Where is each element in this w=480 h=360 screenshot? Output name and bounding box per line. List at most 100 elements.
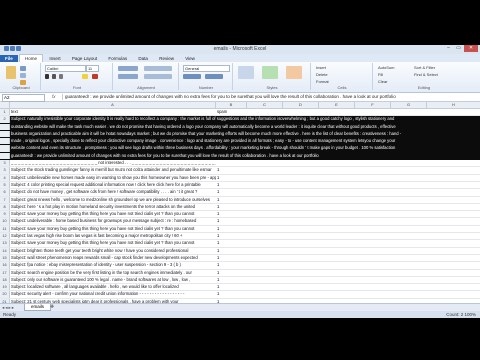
table-row[interactable]: 18 Subject: only our software is guarante… [0, 276, 480, 285]
cell-text[interactable]: outstanding website will make the task m… [10, 124, 471, 130]
cell-text[interactable]: Subject: undeliverable : home based busi… [10, 218, 216, 224]
row-number[interactable] [0, 123, 10, 130]
name-box[interactable]: A2 [2, 94, 45, 102]
cell-spam[interactable]: 1 [216, 291, 247, 297]
align-top-icon[interactable] [118, 66, 138, 71]
cell-text[interactable]: Subject: search engine position be the v… [10, 270, 216, 276]
cell-text[interactable]: made , original logos , specially done t… [10, 138, 471, 144]
row-number[interactable]: 8 [0, 203, 10, 211]
cell-spam[interactable]: 1 [216, 182, 247, 188]
maximize-button[interactable]: ▭ [454, 45, 463, 52]
cell-text[interactable]: business organization and practicable ai… [10, 131, 471, 137]
minimize-button[interactable]: – [444, 45, 453, 52]
fill-color-icon[interactable] [82, 74, 88, 79]
cell-spam[interactable]: 1 [216, 189, 247, 195]
clear-button[interactable]: Clear [378, 79, 388, 84]
cell-spam[interactable]: 1 [216, 248, 247, 254]
font-color-icon[interactable] [92, 74, 98, 79]
format-cells-button[interactable]: Format [316, 79, 329, 84]
font-name-select[interactable]: Calibri [45, 65, 86, 72]
table-row[interactable]: 1 text spam [0, 109, 480, 117]
column-header-f[interactable]: F [355, 102, 391, 108]
table-row[interactable]: 15 Subject: wall street phenomenon reaps … [0, 254, 480, 263]
column-header-g[interactable]: G [391, 102, 427, 108]
cell-spam[interactable]: 1 [216, 167, 247, 173]
conditional-formatting-icon[interactable] [238, 66, 254, 79]
cell-text[interactable]: Subject: here ' s a hot play in motion h… [10, 204, 216, 210]
table-row[interactable]: 5 Subject: 4 color printing special reque… [0, 181, 480, 190]
table-row[interactable]: 13 Subject: save your money buy getting t… [0, 240, 480, 248]
table-row[interactable]: 6 Subject: do not have money , get softwa… [0, 189, 480, 197]
cell-text[interactable]: _ _ _ _ _ _ _ _ _ _ _ _ _ _ _ _ _ _ _ _ … [10, 160, 216, 166]
row-number[interactable]: 11 [0, 225, 10, 233]
column-header-c[interactable]: C [247, 102, 283, 108]
table-row[interactable]: 9 Subject: save your money buy getting th… [0, 211, 480, 219]
formula-input[interactable]: guaranteed! : we provide unlimited amoun… [62, 94, 476, 100]
sheet-tab-emails[interactable]: emails [24, 304, 52, 311]
row-number[interactable]: 17 [0, 269, 10, 276]
cell-text[interactable]: Subject: great nnews hello , welcome to … [10, 197, 216, 203]
cell-text[interactable]: Subject: localized software , all langua… [10, 284, 216, 290]
select-all-corner[interactable] [0, 102, 10, 108]
copy-icon[interactable] [20, 73, 26, 78]
format-as-table-icon[interactable] [262, 66, 278, 79]
column-header-h[interactable]: H [427, 102, 480, 108]
row-number[interactable]: 14 [0, 247, 10, 254]
wrap-text-icon[interactable] [144, 66, 172, 71]
cell-spam[interactable]: 1 [216, 218, 247, 224]
row-number[interactable]: 16 [0, 262, 10, 269]
table-row[interactable]: guaranteed! : we provide unlimited amoun… [0, 152, 480, 161]
table-row[interactable]: made , original logos , specially done t… [0, 138, 480, 146]
cell-spam[interactable]: 1 [216, 226, 247, 232]
row-number[interactable]: 2 [0, 116, 10, 123]
currency-icon[interactable] [183, 74, 201, 79]
cell-text[interactable]: Subject: las vegas high rise boom las ve… [10, 233, 216, 239]
row-number[interactable] [0, 138, 10, 145]
cell-spam[interactable]: 1 [216, 204, 247, 210]
cell-text[interactable]: website content and even its structure .… [10, 145, 471, 151]
column-header-d[interactable]: D [283, 102, 319, 108]
table-row[interactable]: 8 Subject: here ' s a hot play in motion … [0, 203, 480, 212]
row-number[interactable]: 4 [0, 174, 10, 181]
cell-spam[interactable]: 1 [216, 255, 247, 261]
delete-cells-button[interactable]: Delete [316, 72, 328, 77]
cell-text[interactable]: Subject: wall street phenomenon reaps re… [10, 255, 216, 261]
insert-cells-button[interactable]: Insert [316, 65, 326, 70]
cell-spam[interactable]: 1 [216, 284, 247, 290]
cell-spam[interactable]: 1 [216, 211, 247, 217]
table-row[interactable]: business organization and practicable ai… [0, 130, 480, 139]
table-row[interactable]: 4 Subject: unbelievable new homes made ea… [0, 174, 480, 182]
merge-center-icon[interactable] [144, 74, 172, 79]
cell-spam[interactable]: spam [216, 109, 247, 115]
cell-text[interactable]: Subject: brighten those teeth get your t… [10, 248, 216, 254]
decimal-icon[interactable] [205, 74, 223, 79]
row-number[interactable] [0, 152, 10, 160]
column-header-e[interactable]: E [319, 102, 355, 108]
table-row[interactable]: 3 _ _ _ _ _ _ _ _ _ _ _ _ _ _ _ _ _ _ _ _… [0, 160, 480, 168]
cell-text[interactable]: Subject: naturally irresistible your cor… [10, 116, 471, 122]
row-number[interactable]: 9 [0, 211, 10, 218]
table-row[interactable]: outstanding website will make the task m… [0, 123, 480, 131]
row-number[interactable]: 20 [0, 291, 10, 298]
find-select-button[interactable]: Find & Select [414, 72, 438, 77]
cell-text[interactable]: Subject: security alert - confirm your n… [10, 291, 216, 297]
row-number[interactable]: 10 [0, 218, 10, 225]
bold-icon[interactable] [45, 74, 49, 79]
table-row[interactable]: 20 Subject: security alert - confirm your… [0, 291, 480, 299]
close-button[interactable]: ✕ [464, 45, 478, 52]
table-row[interactable]: 14 Subject: brighten those teeth get your… [0, 247, 480, 255]
table-row[interactable]: 12 Subject: las vegas high rise boom las … [0, 233, 480, 241]
italic-icon[interactable] [52, 74, 56, 79]
cell-spam[interactable]: 1 [216, 175, 247, 181]
row-number[interactable]: 3 [0, 167, 10, 174]
number-format-select[interactable]: General [183, 65, 230, 72]
table-row[interactable]: 19 Subject: localized software , all lang… [0, 284, 480, 292]
table-row[interactable]: 7 Subject: great nnews hello , welcome to… [0, 196, 480, 204]
table-row[interactable]: 11 Subject: save your money buy getting t… [0, 225, 480, 234]
table-row[interactable]: 17 Subject: search engine position be the… [0, 269, 480, 277]
column-header-a[interactable]: A [10, 102, 216, 108]
new-sheet-icon[interactable]: ✚ [50, 304, 54, 310]
table-row[interactable]: website content and even its structure .… [0, 145, 480, 153]
align-left-icon[interactable] [118, 74, 138, 79]
cell-text[interactable]: Subject: save your money buy getting thi… [10, 211, 216, 217]
